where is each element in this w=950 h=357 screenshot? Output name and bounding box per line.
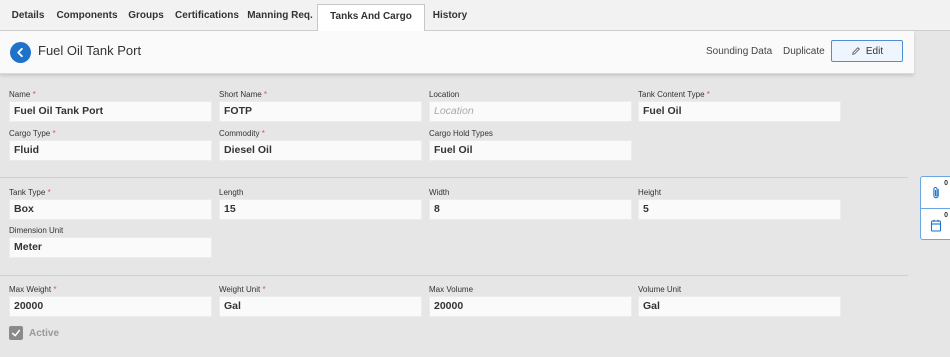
tab-history[interactable]: History: [429, 5, 471, 29]
section-divider: [0, 275, 908, 276]
max-volume-field[interactable]: 20000: [429, 296, 632, 317]
location-label: Location: [429, 90, 460, 99]
paperclip-icon: [932, 187, 939, 199]
name-field[interactable]: Fuel Oil Tank Port: [9, 101, 212, 122]
short-name-label: Short Name *: [219, 90, 268, 99]
cargo-hold-types-label: Cargo Hold Types: [429, 129, 493, 138]
weight-unit-label: Weight Unit *: [219, 285, 266, 294]
page-title: Fuel Oil Tank Port: [38, 43, 142, 58]
weight-unit-field[interactable]: Gal: [219, 296, 422, 317]
tab-manning-req[interactable]: Manning Req.: [246, 5, 314, 29]
commodity-field[interactable]: Diesel Oil: [219, 140, 422, 161]
height-label: Height: [638, 188, 662, 197]
width-field[interactable]: 8: [429, 199, 632, 220]
name-label: Name *: [9, 90, 36, 99]
cargo-hold-types-field[interactable]: Fuel Oil: [429, 140, 632, 161]
active-toggle[interactable]: Active: [9, 326, 59, 340]
active-checkbox[interactable]: [9, 326, 23, 340]
dimension-unit-label: Dimension Unit: [9, 226, 64, 235]
notes-count: 0: [944, 212, 948, 219]
tab-certifications[interactable]: Certifications: [172, 5, 242, 29]
attachments-count: 0: [944, 180, 948, 187]
tab-bar: Details Components Groups Certifications…: [0, 0, 950, 46]
tab-groups[interactable]: Groups: [124, 5, 168, 29]
back-button[interactable]: [10, 42, 31, 63]
tank-content-type-label: Tank Content Type *: [638, 90, 710, 99]
active-label: Active: [29, 327, 60, 339]
cargo-type-field[interactable]: Fluid: [9, 140, 212, 161]
width-label: Width: [429, 188, 450, 197]
checkmark-icon: [11, 329, 21, 337]
notes-button[interactable]: 0: [921, 209, 950, 241]
pencil-icon: [851, 47, 860, 55]
volume-unit-field[interactable]: Gal: [638, 296, 841, 317]
length-label: Length: [219, 188, 244, 197]
max-weight-label: Max Weight *: [9, 285, 57, 294]
edit-button-label: Edit: [865, 45, 884, 57]
tab-components[interactable]: Components: [54, 5, 120, 29]
duplicate-button[interactable]: Duplicate: [783, 46, 825, 57]
max-volume-label: Max Volume: [429, 285, 474, 294]
location-field[interactable]: Location: [429, 101, 632, 122]
record-header: Fuel Oil Tank Port Sounding Data Duplica…: [0, 31, 914, 74]
dimension-unit-field[interactable]: Meter: [9, 237, 212, 258]
tab-details[interactable]: Details: [4, 5, 52, 29]
height-field[interactable]: 5: [638, 199, 841, 220]
calendar-icon: [930, 219, 942, 232]
commodity-label: Commodity *: [219, 129, 265, 138]
volume-unit-label: Volume Unit: [638, 285, 682, 294]
tab-tanks-and-cargo-holds[interactable]: Tanks And Cargo Holds: [317, 4, 425, 46]
max-weight-field[interactable]: 20000: [9, 296, 212, 317]
tank-type-label: Tank Type *: [9, 188, 51, 197]
side-panel: 0 0: [920, 176, 950, 240]
tank-content-type-field[interactable]: Fuel Oil: [638, 101, 841, 122]
sounding-data-button[interactable]: Sounding Data: [706, 46, 772, 57]
cargo-type-label: Cargo Type *: [9, 129, 56, 138]
tank-type-field[interactable]: Box: [9, 199, 212, 220]
arrow-left-icon: [17, 47, 23, 58]
attachments-button[interactable]: 0: [921, 177, 950, 209]
section-divider: [0, 177, 908, 178]
edit-button[interactable]: Edit: [831, 40, 903, 62]
short-name-field[interactable]: FOTP: [219, 101, 422, 122]
length-field[interactable]: 15: [219, 199, 422, 220]
